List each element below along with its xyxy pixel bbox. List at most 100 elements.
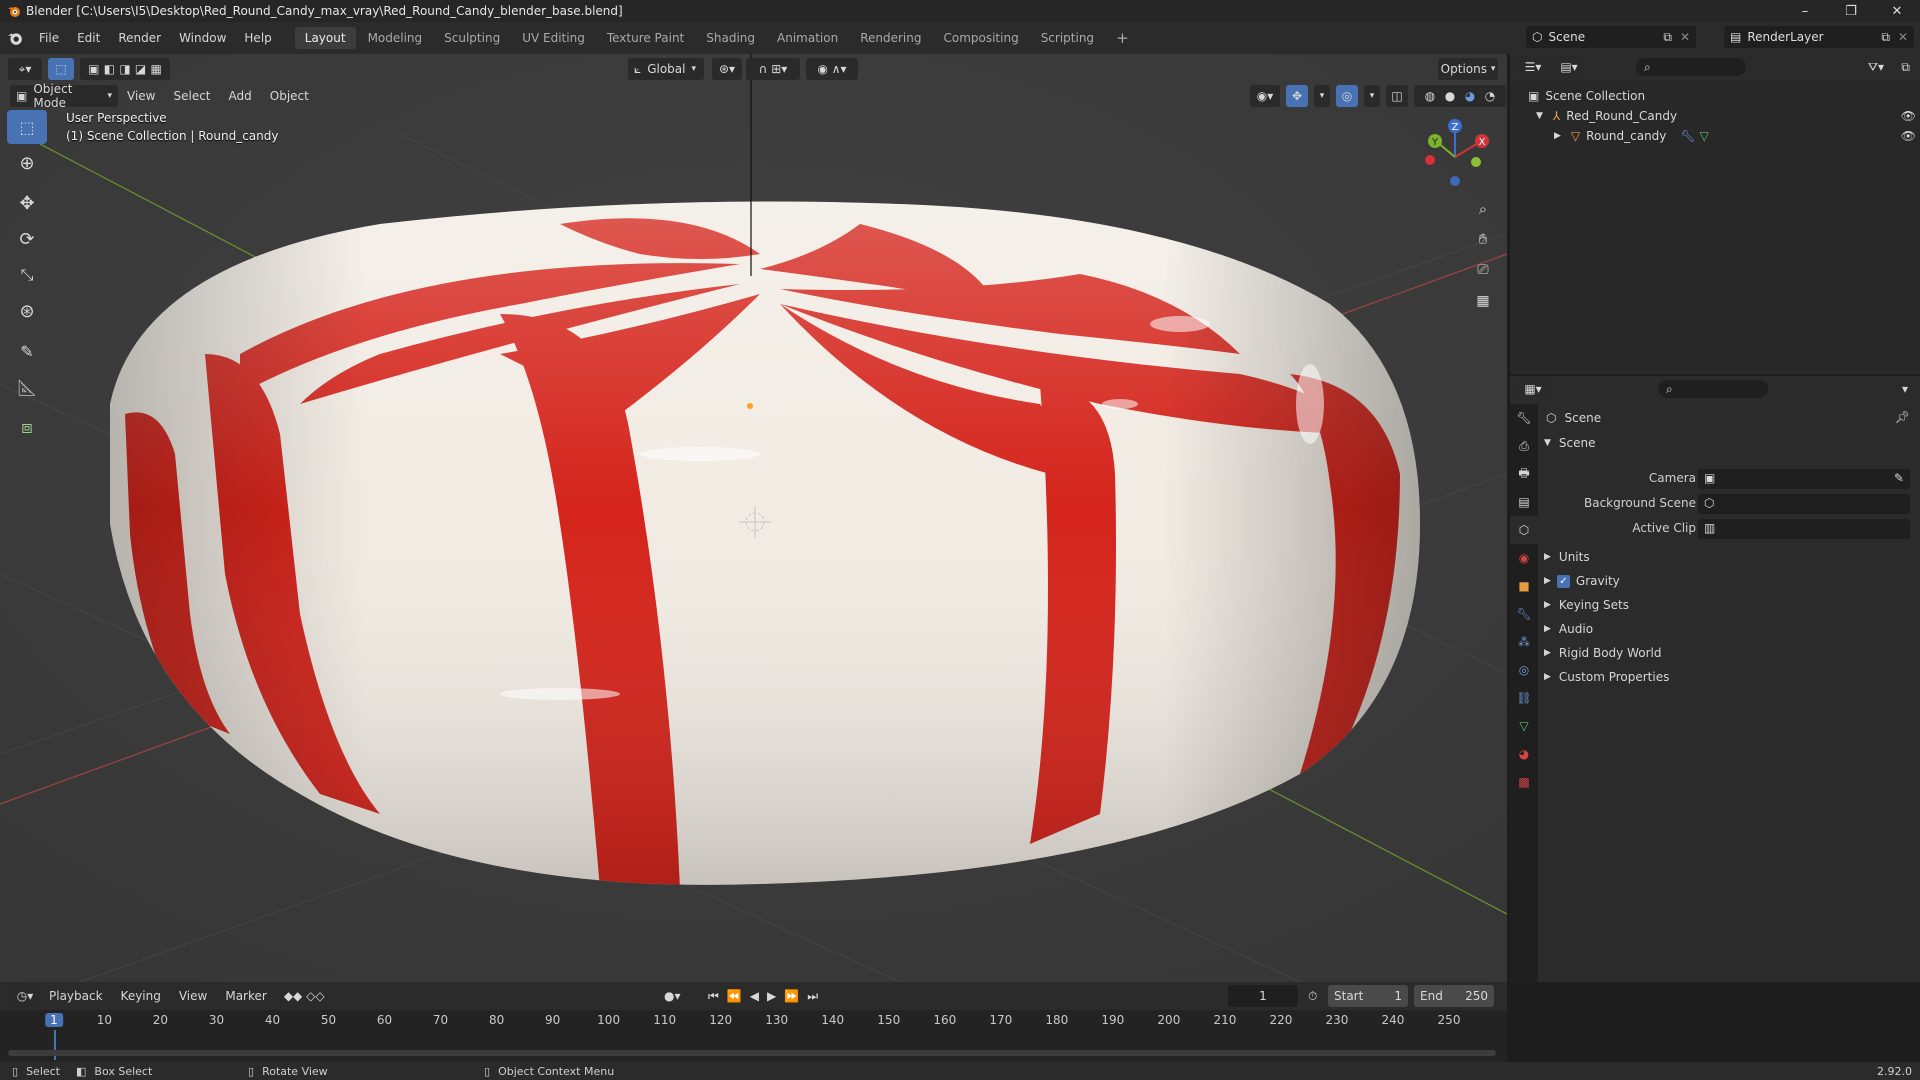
delete-view-layer-icon[interactable]: ✕ — [1898, 30, 1908, 44]
display-mode-dropdown[interactable]: ▤▾ — [1554, 56, 1584, 78]
gizmo-toggle[interactable]: ✥ — [1286, 85, 1308, 107]
tab-layout[interactable]: Layout — [294, 27, 356, 49]
visibility-dropdown[interactable]: ◉▾ — [1250, 85, 1280, 107]
pin-icon[interactable]: 📌︎ — [1895, 410, 1910, 424]
timeline-menu-playback[interactable]: Playback — [40, 985, 112, 1007]
keying-sets-panel-header[interactable]: ▶ Keying Sets — [1544, 594, 1629, 616]
constraints-tab-icon[interactable]: ⛓︎ — [1510, 684, 1538, 712]
move-tool[interactable]: ✥ — [7, 186, 47, 220]
data-tab-icon[interactable]: ▽ — [1510, 712, 1538, 740]
scene-panel-header[interactable]: ▼ Scene — [1544, 432, 1596, 454]
viewport-menu-add[interactable]: Add — [220, 85, 261, 107]
units-panel-header[interactable]: ▶ Units — [1544, 546, 1590, 568]
properties-search-input[interactable]: ⌕ — [1658, 380, 1768, 398]
menu-window[interactable]: Window — [170, 22, 235, 54]
minimize-button[interactable]: – — [1782, 0, 1828, 22]
tab-texture-paint[interactable]: Texture Paint — [597, 27, 694, 49]
modifier-tab-icon[interactable]: 🔧︎ — [1510, 600, 1538, 628]
view-layer-selector[interactable]: ▤ RenderLayer ⧉ ✕ — [1724, 26, 1914, 48]
rendered-icon[interactable]: ◔ — [1485, 89, 1495, 103]
select-mode-tweak[interactable]: ⬚ — [48, 58, 74, 80]
jump-start-icon[interactable]: ⏮ — [708, 989, 719, 1004]
mesh-data-icon[interactable]: ▽ — [1700, 129, 1709, 143]
solid-icon[interactable]: ● — [1445, 89, 1455, 103]
play-reverse-icon[interactable]: ◀ — [750, 989, 759, 1004]
proportional-editing[interactable]: ◉ ∧▾ — [806, 58, 858, 80]
options-dropdown[interactable]: Options ▾ — [1438, 58, 1498, 80]
properties-editor-type[interactable]: ▦▾ — [1518, 378, 1548, 400]
3d-viewport[interactable]: ⌖▾ ⬚ ▣ ◧ ◨ ◪ ▦ ⟀ Global ▾ ⊛▾ ∩ ⊞▾ ◉ ∧▾ Options… — [0, 54, 1507, 982]
physics-tab-icon[interactable]: ◎ — [1510, 656, 1538, 684]
select-box-tool[interactable]: ⬚ — [7, 110, 47, 144]
mode-dropdown[interactable]: ▣ Object Mode ▾ — [10, 82, 118, 110]
overlays-toggle[interactable]: ◎ — [1336, 85, 1358, 107]
background-scene-field[interactable]: ⬡ — [1698, 494, 1910, 514]
rigid-body-world-panel-header[interactable]: ▶ Rigid Body World — [1544, 642, 1661, 664]
output-tab-icon[interactable]: 🖶︎ — [1510, 460, 1538, 488]
menu-help[interactable]: Help — [235, 22, 280, 54]
gravity-panel-header[interactable]: ▶ ✓ Gravity — [1544, 570, 1620, 592]
editor-type-button[interactable]: ⌖▾ — [8, 58, 42, 80]
measure-tool[interactable]: 📐︎ — [7, 370, 47, 404]
overlays-dropdown[interactable]: ▾ — [1364, 85, 1380, 107]
shading-mode-buttons[interactable]: ◍ ● ◕ ◔ — [1414, 85, 1506, 107]
scale-tool[interactable]: ⤡ — [7, 258, 47, 292]
navigation-gizmo[interactable]: Z X Y — [1410, 112, 1500, 202]
outliner-editor-type[interactable]: ☰▾ — [1518, 56, 1548, 78]
timeline-editor[interactable]: ◷▾ Playback Keying View Marker ◆◆ ◇◇ ●▾ … — [0, 982, 1507, 1062]
tab-uv-editing[interactable]: UV Editing — [512, 27, 595, 49]
new-collection-icon[interactable]: ⧉ — [1901, 60, 1910, 75]
custom-properties-panel-header[interactable]: ▶ Custom Properties — [1544, 666, 1669, 688]
delete-scene-icon[interactable]: ✕ — [1680, 30, 1690, 44]
filter-icon[interactable]: ⛛▾ — [1868, 60, 1884, 75]
camera-view-button[interactable]: ⎚ — [1470, 257, 1496, 283]
particles-tab-icon[interactable]: ⁂ — [1510, 628, 1538, 656]
end-frame-field[interactable]: End 250 — [1414, 985, 1494, 1007]
expand-arrow-icon[interactable]: ▶ — [1554, 131, 1561, 141]
maximize-button[interactable]: ❐ — [1828, 0, 1874, 22]
view-layer-tab-icon[interactable]: ▤ — [1510, 488, 1538, 516]
new-scene-icon[interactable]: ⧉ — [1663, 30, 1672, 45]
rotate-tool[interactable]: ⟳ — [7, 222, 47, 256]
pivot-point-dropdown[interactable]: ⊛▾ — [712, 58, 742, 80]
prev-keyframe-icon[interactable]: ⏪ — [727, 989, 742, 1004]
play-icon[interactable]: ▶ — [767, 989, 776, 1004]
transform-orientation-dropdown[interactable]: ⟀ Global ▾ — [628, 58, 704, 80]
material-preview-icon[interactable]: ◕ — [1465, 89, 1475, 103]
select-subtract-icon[interactable]: ◨ — [119, 62, 130, 76]
eyedropper-icon[interactable]: ✎ — [1894, 471, 1904, 485]
tab-animation[interactable]: Animation — [767, 27, 848, 49]
timeline-menu-marker[interactable]: Marker — [216, 985, 275, 1007]
tab-shading[interactable]: Shading — [696, 27, 765, 49]
blender-menu-icon[interactable] — [0, 22, 30, 54]
active-clip-field[interactable]: ▥ — [1698, 519, 1910, 539]
snap-toggle[interactable]: ∩ ⊞▾ — [746, 58, 800, 80]
viewport-menu-object[interactable]: Object — [261, 85, 318, 107]
gizmo-dropdown[interactable]: ▾ — [1314, 85, 1330, 107]
tab-compositing[interactable]: Compositing — [933, 27, 1028, 49]
timeline-editor-type[interactable]: ◷▾ — [10, 985, 40, 1007]
tab-scripting[interactable]: Scripting — [1031, 27, 1104, 49]
menu-edit[interactable]: Edit — [68, 22, 109, 54]
add-workspace-button[interactable]: + — [1106, 27, 1139, 49]
object-tab-icon[interactable]: ■ — [1510, 572, 1538, 600]
texture-tab-icon[interactable]: ▩ — [1510, 768, 1538, 796]
zoom-view-button[interactable]: ⌕ — [1470, 196, 1496, 222]
menu-file[interactable]: File — [30, 22, 68, 54]
scene-selector[interactable]: ⬡ Scene ⧉ ✕ — [1526, 26, 1696, 48]
start-frame-field[interactable]: Start 1 — [1328, 985, 1408, 1007]
camera-field[interactable]: ▣ ✎ — [1698, 469, 1910, 489]
outliner-search-input[interactable]: ⌕ — [1636, 58, 1746, 76]
timeline-menu-view[interactable]: View — [170, 985, 216, 1007]
material-tab-icon[interactable]: ◕ — [1510, 740, 1538, 768]
annotate-tool[interactable]: ✎ — [7, 334, 47, 368]
next-keyframe-icon[interactable]: ⏩ — [784, 989, 799, 1004]
selection-mode-buttons[interactable]: ▣ ◧ ◨ ◪ ▦ — [80, 58, 170, 80]
select-extend-icon[interactable]: ◧ — [104, 62, 115, 76]
current-frame-field[interactable]: 1 — [1228, 985, 1298, 1007]
render-tab-icon[interactable]: ⎙ — [1510, 432, 1538, 460]
scene-tab-icon[interactable]: ⬡ — [1510, 516, 1538, 544]
chevron-down-icon[interactable]: ▾ — [1902, 382, 1908, 396]
timeline-menu-keying[interactable]: Keying — [112, 985, 170, 1007]
record-icon[interactable]: ●▾ — [664, 989, 681, 1003]
